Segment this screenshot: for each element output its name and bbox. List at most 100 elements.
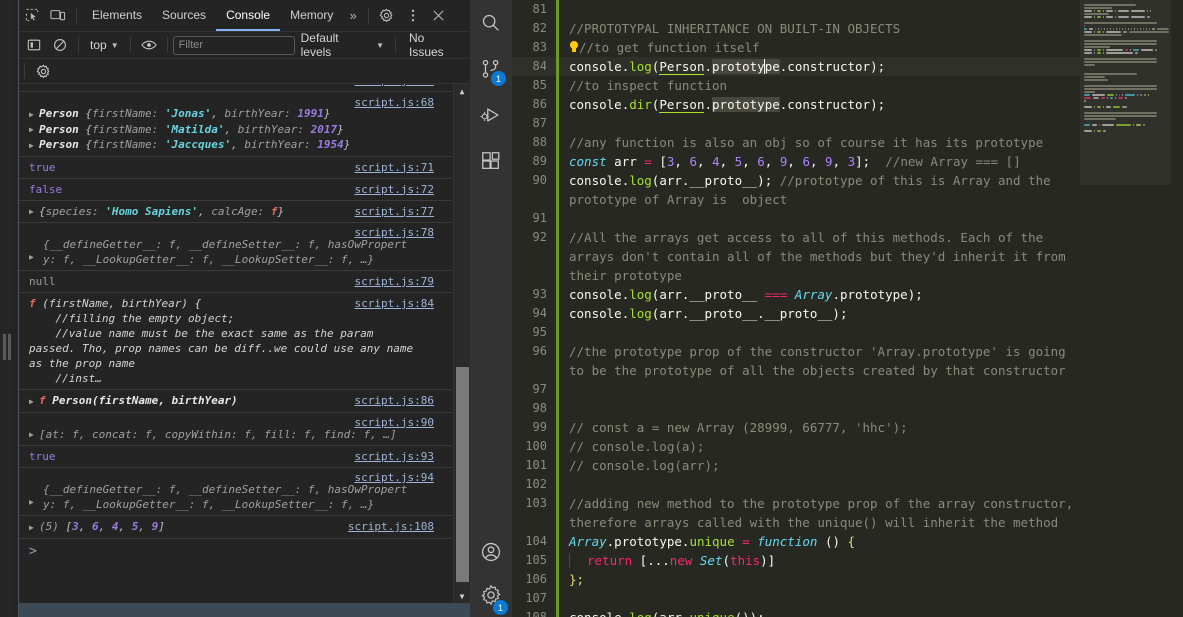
sidebar-item-account[interactable]	[470, 531, 512, 577]
source-link[interactable]: script.js:78	[355, 225, 434, 240]
expand-arrow-icon[interactable]: ▶	[29, 122, 39, 137]
code-line[interactable]: 99 // const a = new Array (28999, 66777, …	[512, 418, 1080, 437]
code-line[interactable]: 82 //PROTOTYPAL INHERITANCE ON BUILT-IN O…	[512, 19, 1080, 38]
console-message[interactable]: script.js:94 ▶ {__defineGetter__: f, __d…	[19, 468, 452, 516]
device-toolbar-icon[interactable]	[45, 3, 71, 29]
code-line[interactable]: 92 //All the arrays get access to all of …	[512, 228, 1080, 285]
tab-memory[interactable]: Memory	[280, 0, 343, 31]
code-text[interactable]	[559, 380, 1080, 399]
console-message[interactable]: script.js:78 ▶ {__defineGetter__: f, __d…	[19, 223, 452, 271]
filter-input[interactable]	[172, 35, 295, 55]
code-text[interactable]: Array.prototype.unique = function () {	[559, 532, 1080, 551]
code-text[interactable]: console.log(arr.__proto__.__proto__);	[559, 304, 1080, 323]
console-sidebar-icon[interactable]	[21, 32, 47, 58]
code-text[interactable]	[559, 475, 1080, 494]
code-line[interactable]: 103 //adding new method to the prototype …	[512, 494, 1080, 532]
code-line[interactable]: 94 console.log(arr.__proto__.__proto__);	[512, 304, 1080, 323]
close-icon[interactable]	[426, 3, 452, 29]
expand-arrow-icon[interactable]: ▶	[29, 394, 39, 409]
code-text[interactable]: //All the arrays get access to all of th…	[559, 228, 1080, 285]
editor-scrollbar[interactable]	[1171, 0, 1183, 617]
vertical-dots-icon[interactable]	[400, 3, 426, 29]
tab-sources[interactable]: Sources	[152, 0, 216, 31]
expand-arrow-icon[interactable]: ▶	[29, 204, 39, 219]
code-line[interactable]: 83 //to get function itself	[512, 38, 1080, 57]
code-editor[interactable]: 81 82 //PROTOTYPAL INHERITANCE ON BUILT-I…	[512, 0, 1183, 617]
code-text[interactable]: //to inspect function	[559, 76, 1080, 95]
code-line[interactable]: 84 console.log(Person.prototype.construct…	[512, 57, 1080, 76]
source-link[interactable]: script.js:71	[355, 160, 434, 175]
code-line[interactable]: 101 // console.log(arr);	[512, 456, 1080, 475]
code-line[interactable]: 100 // console.log(a);	[512, 437, 1080, 456]
sidebar-item-run-and-debug[interactable]	[470, 94, 512, 140]
code-text[interactable]: console.log(arr.unique());	[559, 608, 1080, 617]
expand-arrow-icon[interactable]: ▶	[29, 107, 39, 122]
code-text[interactable]: console.log(arr.__proto__); //prototype …	[559, 171, 1080, 209]
source-link[interactable]: script.js:72	[355, 182, 434, 197]
code-line[interactable]: 108 console.log(arr.unique());	[512, 608, 1080, 617]
sidebar-item-extensions[interactable]	[470, 140, 512, 186]
minimap-slider[interactable]	[1080, 0, 1171, 185]
code-text[interactable]	[559, 323, 1080, 342]
execution-context-select[interactable]: top ▼	[84, 38, 125, 52]
source-link[interactable]: script.js:94	[355, 470, 434, 485]
code-text[interactable]: };	[559, 570, 1080, 589]
code-text[interactable]	[559, 209, 1080, 228]
code-lines-container[interactable]: 81 82 //PROTOTYPAL INHERITANCE ON BUILT-I…	[512, 0, 1080, 617]
code-line[interactable]: 97	[512, 380, 1080, 399]
source-link[interactable]: script.js:90	[355, 415, 434, 430]
console-message[interactable]: script.js:68 ▶ Person {firstName: 'Jonas'…	[19, 92, 452, 157]
console-prompt[interactable]: >	[19, 539, 452, 564]
console-message[interactable]: true script.js:71	[19, 157, 452, 179]
code-text[interactable]	[559, 114, 1080, 133]
expand-arrow-icon[interactable]: ▶	[29, 520, 39, 535]
console-scrollbar[interactable]: ▲ ▼	[453, 84, 470, 603]
code-text[interactable]	[559, 399, 1080, 418]
source-link[interactable]: script.js:68	[355, 95, 434, 110]
editor-minimap[interactable]	[1080, 0, 1171, 617]
gear-icon[interactable]	[374, 3, 400, 29]
code-text[interactable]: console.log(arr.__proto__ === Array.prot…	[559, 285, 1080, 304]
expand-arrow-icon[interactable]: ▶	[29, 427, 39, 442]
code-text[interactable]: // const a = new Array (28999, 66777, 'h…	[559, 418, 1080, 437]
console-message[interactable]: script.js:77 ▶ {species: 'Homo Sapiens', …	[19, 201, 452, 223]
code-line[interactable]: 81	[512, 0, 1080, 19]
source-link[interactable]: script.js:84	[355, 296, 434, 311]
console-settings-gear-icon[interactable]	[30, 58, 56, 84]
sidebar-item-source-control[interactable]: 1	[470, 48, 512, 94]
expand-arrow-icon[interactable]: ▶	[29, 495, 39, 510]
console-message[interactable]: script.js:84 f (firstName, birthYear) { …	[19, 293, 452, 390]
code-line[interactable]: 96 //the prototype prop of the constructo…	[512, 342, 1080, 380]
code-text[interactable]: //any function is also an obj so of cour…	[559, 133, 1080, 152]
code-text[interactable]: console.dir(Person.prototype.constructor…	[559, 95, 1080, 114]
console-message[interactable]: false script.js:72	[19, 179, 452, 201]
code-line[interactable]: 89 const arr = [3, 6, 4, 5, 6, 9, 6, 9, 3…	[512, 152, 1080, 171]
code-text[interactable]: //to get function itself	[559, 38, 1080, 57]
log-levels-select[interactable]: Default levels ▼	[295, 31, 390, 59]
code-text[interactable]	[559, 589, 1080, 608]
devtools-resize-handle[interactable]	[0, 0, 11, 617]
source-link[interactable]: script.js:108	[348, 519, 434, 534]
source-link[interactable]: script.js:79	[355, 274, 434, 289]
code-text[interactable]: //adding new method to the prototype pro…	[559, 494, 1080, 532]
code-text[interactable]	[559, 0, 1080, 19]
code-line[interactable]: 93 console.log(arr.__proto__ === Array.pr…	[512, 285, 1080, 304]
expand-arrow-icon[interactable]: ▶	[29, 138, 39, 153]
console-message[interactable]: null script.js:79	[19, 271, 452, 293]
code-line[interactable]: 87	[512, 114, 1080, 133]
scroll-down-arrow-icon[interactable]: ▼	[454, 589, 470, 603]
scroll-up-arrow-icon[interactable]: ▲	[454, 84, 470, 98]
code-text[interactable]: //the prototype prop of the constructor …	[559, 342, 1080, 380]
issues-button[interactable]: No Issues	[401, 31, 470, 59]
source-link[interactable]: script.js:62	[355, 84, 434, 88]
live-expression-eye-icon[interactable]	[136, 32, 162, 58]
code-text[interactable]: console.log(Person.prototype.constructor…	[559, 57, 1080, 76]
sidebar-item-search[interactable]	[470, 2, 512, 48]
code-line[interactable]: 90 console.log(arr.__proto__); //prototyp…	[512, 171, 1080, 209]
code-text[interactable]: //PROTOTYPAL INHERITANCE ON BUILT-IN OBJ…	[559, 19, 1080, 38]
code-line[interactable]: 106};	[512, 570, 1080, 589]
code-line[interactable]: 107	[512, 589, 1080, 608]
console-message[interactable]: script.js:90 ▶ [at: f, concat: f, copyWit…	[19, 413, 452, 446]
code-line[interactable]: 91	[512, 209, 1080, 228]
console-message[interactable]: script.js:108 ▶ (5) [3, 6, 4, 5, 9]	[19, 516, 452, 539]
